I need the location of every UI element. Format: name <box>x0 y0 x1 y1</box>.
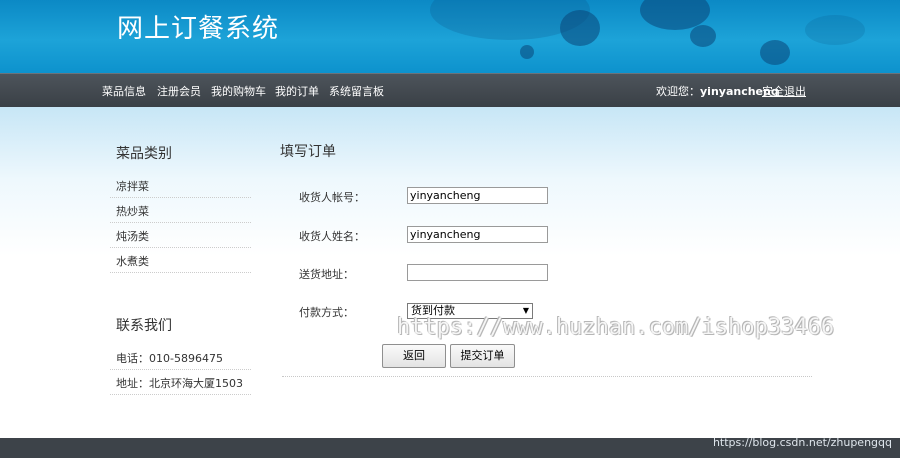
name-input[interactable]: yinyancheng <box>407 226 548 243</box>
nav-orders[interactable]: 我的订单 <box>275 83 319 99</box>
footer-credit: https://blog.csdn.net/zhupengqq <box>712 436 892 449</box>
top-navigation: 菜品信息 注册会员 我的购物车 我的订单 系统留言板 欢迎您：yinyanche… <box>0 73 900 107</box>
site-title: 网上订餐系统 <box>117 14 280 44</box>
back-button[interactable]: 返回 <box>382 344 446 368</box>
category-item[interactable]: 凉拌菜 <box>110 173 251 198</box>
form-title: 填写订单 <box>280 144 336 160</box>
nav-guestbook[interactable]: 系统留言板 <box>329 83 384 99</box>
form-divider <box>282 376 812 377</box>
welcome-text: 欢迎您：yinyancheng <box>656 85 779 98</box>
account-label: 收货人帐号： <box>299 191 365 204</box>
nav-register[interactable]: 注册会员 <box>157 83 201 99</box>
contact-phone: 电话：010-5896475 <box>110 345 251 370</box>
nav-dishes[interactable]: 菜品信息 <box>102 83 146 99</box>
watermark-text: https://www.huzhan.com/ishop33466 <box>397 315 835 340</box>
category-item[interactable]: 水煮类 <box>110 248 251 273</box>
payment-label: 付款方式： <box>299 306 354 319</box>
categories-heading: 菜品类别 <box>116 146 172 162</box>
address-label: 送货地址： <box>299 268 354 281</box>
logout-link[interactable]: 安全退出 <box>762 83 806 99</box>
nav-cart[interactable]: 我的购物车 <box>211 83 266 99</box>
contact-address: 地址：北京环海大厦1503 <box>110 370 251 395</box>
submit-order-button[interactable]: 提交订单 <box>450 344 515 368</box>
account-input[interactable]: yinyancheng <box>407 187 548 204</box>
address-input[interactable] <box>407 264 548 281</box>
header-banner: 网上订餐系统 <box>0 0 900 73</box>
contact-heading: 联系我们 <box>116 318 172 334</box>
name-label: 收货人姓名： <box>299 230 365 243</box>
category-item[interactable]: 热炒菜 <box>110 198 251 223</box>
category-item[interactable]: 炖汤类 <box>110 223 251 248</box>
